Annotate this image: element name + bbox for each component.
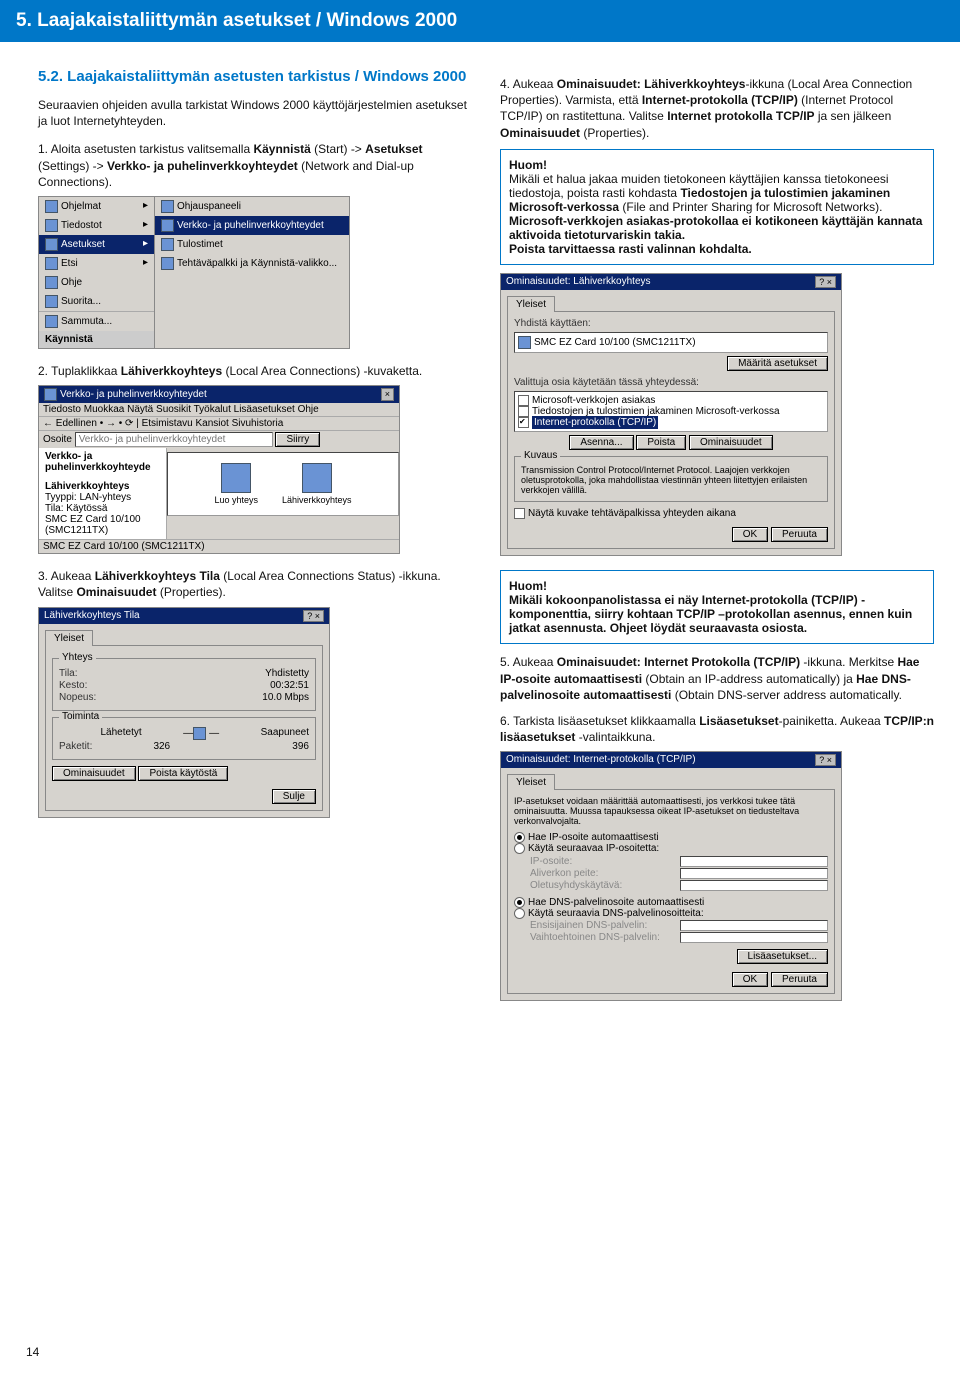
explorer-screenshot: Verkko- ja puhelinverkkoyhteydet × Tiedos… bbox=[38, 385, 400, 554]
programs-icon bbox=[45, 200, 58, 213]
cancel-button[interactable]: Peruuta bbox=[771, 972, 828, 987]
tab-general[interactable]: Yleiset bbox=[507, 774, 555, 790]
step-2: 2. Tuplaklikkaa Lähiverkkoyhteys (Local … bbox=[38, 363, 472, 379]
mask-field bbox=[680, 868, 828, 879]
folder-icon bbox=[44, 388, 57, 401]
step-6: 6. Tarkista lisäasetukset klikkaamalla L… bbox=[500, 713, 934, 745]
step-1: 1. Aloita asetusten tarkistus valitsemal… bbox=[38, 141, 472, 190]
page-number: 14 bbox=[26, 1345, 39, 1359]
network-icon bbox=[161, 219, 174, 232]
disable-button[interactable]: Poista käytöstä bbox=[138, 766, 228, 781]
new-connection-icon[interactable]: Luo yhteys bbox=[214, 463, 258, 505]
step-4: 4. Aukeaa Ominaisuudet: Lähiverkkoyhteys… bbox=[500, 76, 934, 141]
lan-properties-screenshot: Ominaisuudet: Lähiverkkoyhteys? × Yleise… bbox=[500, 273, 842, 557]
lan-connection-icon[interactable]: Lähiverkkoyhteys bbox=[282, 463, 352, 505]
tab-general[interactable]: Yleiset bbox=[507, 296, 555, 312]
gateway-field bbox=[680, 880, 828, 891]
ip-field bbox=[680, 856, 828, 867]
go-button[interactable]: Siirry bbox=[275, 432, 320, 447]
intro-text: Seuraavien ohjeiden avulla tarkistat Win… bbox=[38, 97, 472, 129]
detail-line: SMC EZ Card 10/100 (SMC1211TX) bbox=[45, 514, 160, 536]
taskbar-icon bbox=[161, 257, 174, 270]
properties-button[interactable]: Ominaisuudet bbox=[52, 766, 136, 781]
checkbox[interactable] bbox=[518, 395, 529, 406]
address-field[interactable]: Verkko- ja puhelinverkkoyhteydet bbox=[75, 432, 273, 447]
section-title: 5.2. Laajakaistaliittymän asetusten tark… bbox=[38, 68, 472, 85]
start-button[interactable]: Käynnistä bbox=[39, 331, 154, 348]
cancel-button[interactable]: Peruuta bbox=[771, 527, 828, 542]
activity-icon bbox=[193, 727, 206, 740]
folder-pane-title: Verkko- ja puhelinverkkoyhteyde bbox=[45, 451, 151, 473]
dns2-field bbox=[680, 932, 828, 943]
ok-button[interactable]: OK bbox=[732, 527, 768, 542]
start-menu-screenshot: Ohjelmat Tiedostot Asetukset Etsi Ohje S… bbox=[38, 196, 350, 349]
advanced-button[interactable]: Lisäasetukset... bbox=[737, 949, 828, 964]
tab-general[interactable]: Yleiset bbox=[45, 630, 93, 646]
tcpip-properties-screenshot: Ominaisuudet: Internet-protokolla (TCP/I… bbox=[500, 751, 842, 1001]
checkbox[interactable] bbox=[514, 508, 525, 519]
note-2: Huom!Mikäli kokoonpanolistassa ei näy In… bbox=[500, 570, 934, 644]
close-icon[interactable]: × bbox=[381, 388, 394, 401]
printers-icon bbox=[161, 238, 174, 251]
configure-button[interactable]: Määritä asetukset bbox=[727, 356, 828, 371]
checkbox[interactable] bbox=[518, 406, 529, 417]
step-3: 3. Aukeaa Lähiverkkoyhteys Tila (Local A… bbox=[38, 568, 472, 600]
note-1: Huom! Mikäli et halua jakaa muiden tieto… bbox=[500, 149, 934, 265]
page-header: 5. Laajakaistaliittymän asetukset / Wind… bbox=[0, 0, 960, 42]
help-icon bbox=[45, 276, 58, 289]
detail-line: Tila: Käytössä bbox=[45, 503, 160, 514]
nic-icon bbox=[518, 336, 531, 349]
close-icon[interactable]: ? × bbox=[303, 610, 324, 622]
run-icon bbox=[45, 295, 58, 308]
close-icon[interactable]: ? × bbox=[815, 276, 836, 288]
detail-header: Lähiverkkoyhteys bbox=[45, 481, 130, 492]
menu-bar[interactable]: Tiedosto Muokkaa Näytä Suosikit Työkalut… bbox=[39, 403, 399, 416]
shutdown-icon bbox=[45, 315, 58, 328]
radio[interactable] bbox=[514, 843, 525, 854]
close-icon[interactable]: ? × bbox=[815, 754, 836, 766]
search-icon bbox=[45, 257, 58, 270]
radio[interactable] bbox=[514, 897, 525, 908]
radio[interactable] bbox=[514, 908, 525, 919]
properties-button[interactable]: Ominaisuudet bbox=[689, 435, 773, 450]
status-window-screenshot: Lähiverkkoyhteys Tila? × Yleiset Yhteys … bbox=[38, 607, 330, 818]
settings-icon bbox=[45, 238, 58, 251]
radio[interactable] bbox=[514, 832, 525, 843]
detail-line: Tyyppi: LAN-yhteys bbox=[45, 492, 160, 503]
status-bar: SMC EZ Card 10/100 (SMC1211TX) bbox=[39, 539, 399, 553]
dns1-field bbox=[680, 920, 828, 931]
install-button[interactable]: Asenna... bbox=[569, 435, 633, 450]
step-5: 5. Aukeaa Ominaisuudet: Internet Protoko… bbox=[500, 654, 934, 703]
documents-icon bbox=[45, 219, 58, 232]
toolbar[interactable]: ← Edellinen • → • ⟳ | Etsimistavu Kansio… bbox=[39, 416, 399, 430]
close-button[interactable]: Sulje bbox=[272, 789, 316, 804]
checkbox[interactable] bbox=[518, 417, 529, 428]
control-panel-icon bbox=[161, 200, 174, 213]
ok-button[interactable]: OK bbox=[732, 972, 768, 987]
remove-button[interactable]: Poista bbox=[636, 435, 686, 450]
